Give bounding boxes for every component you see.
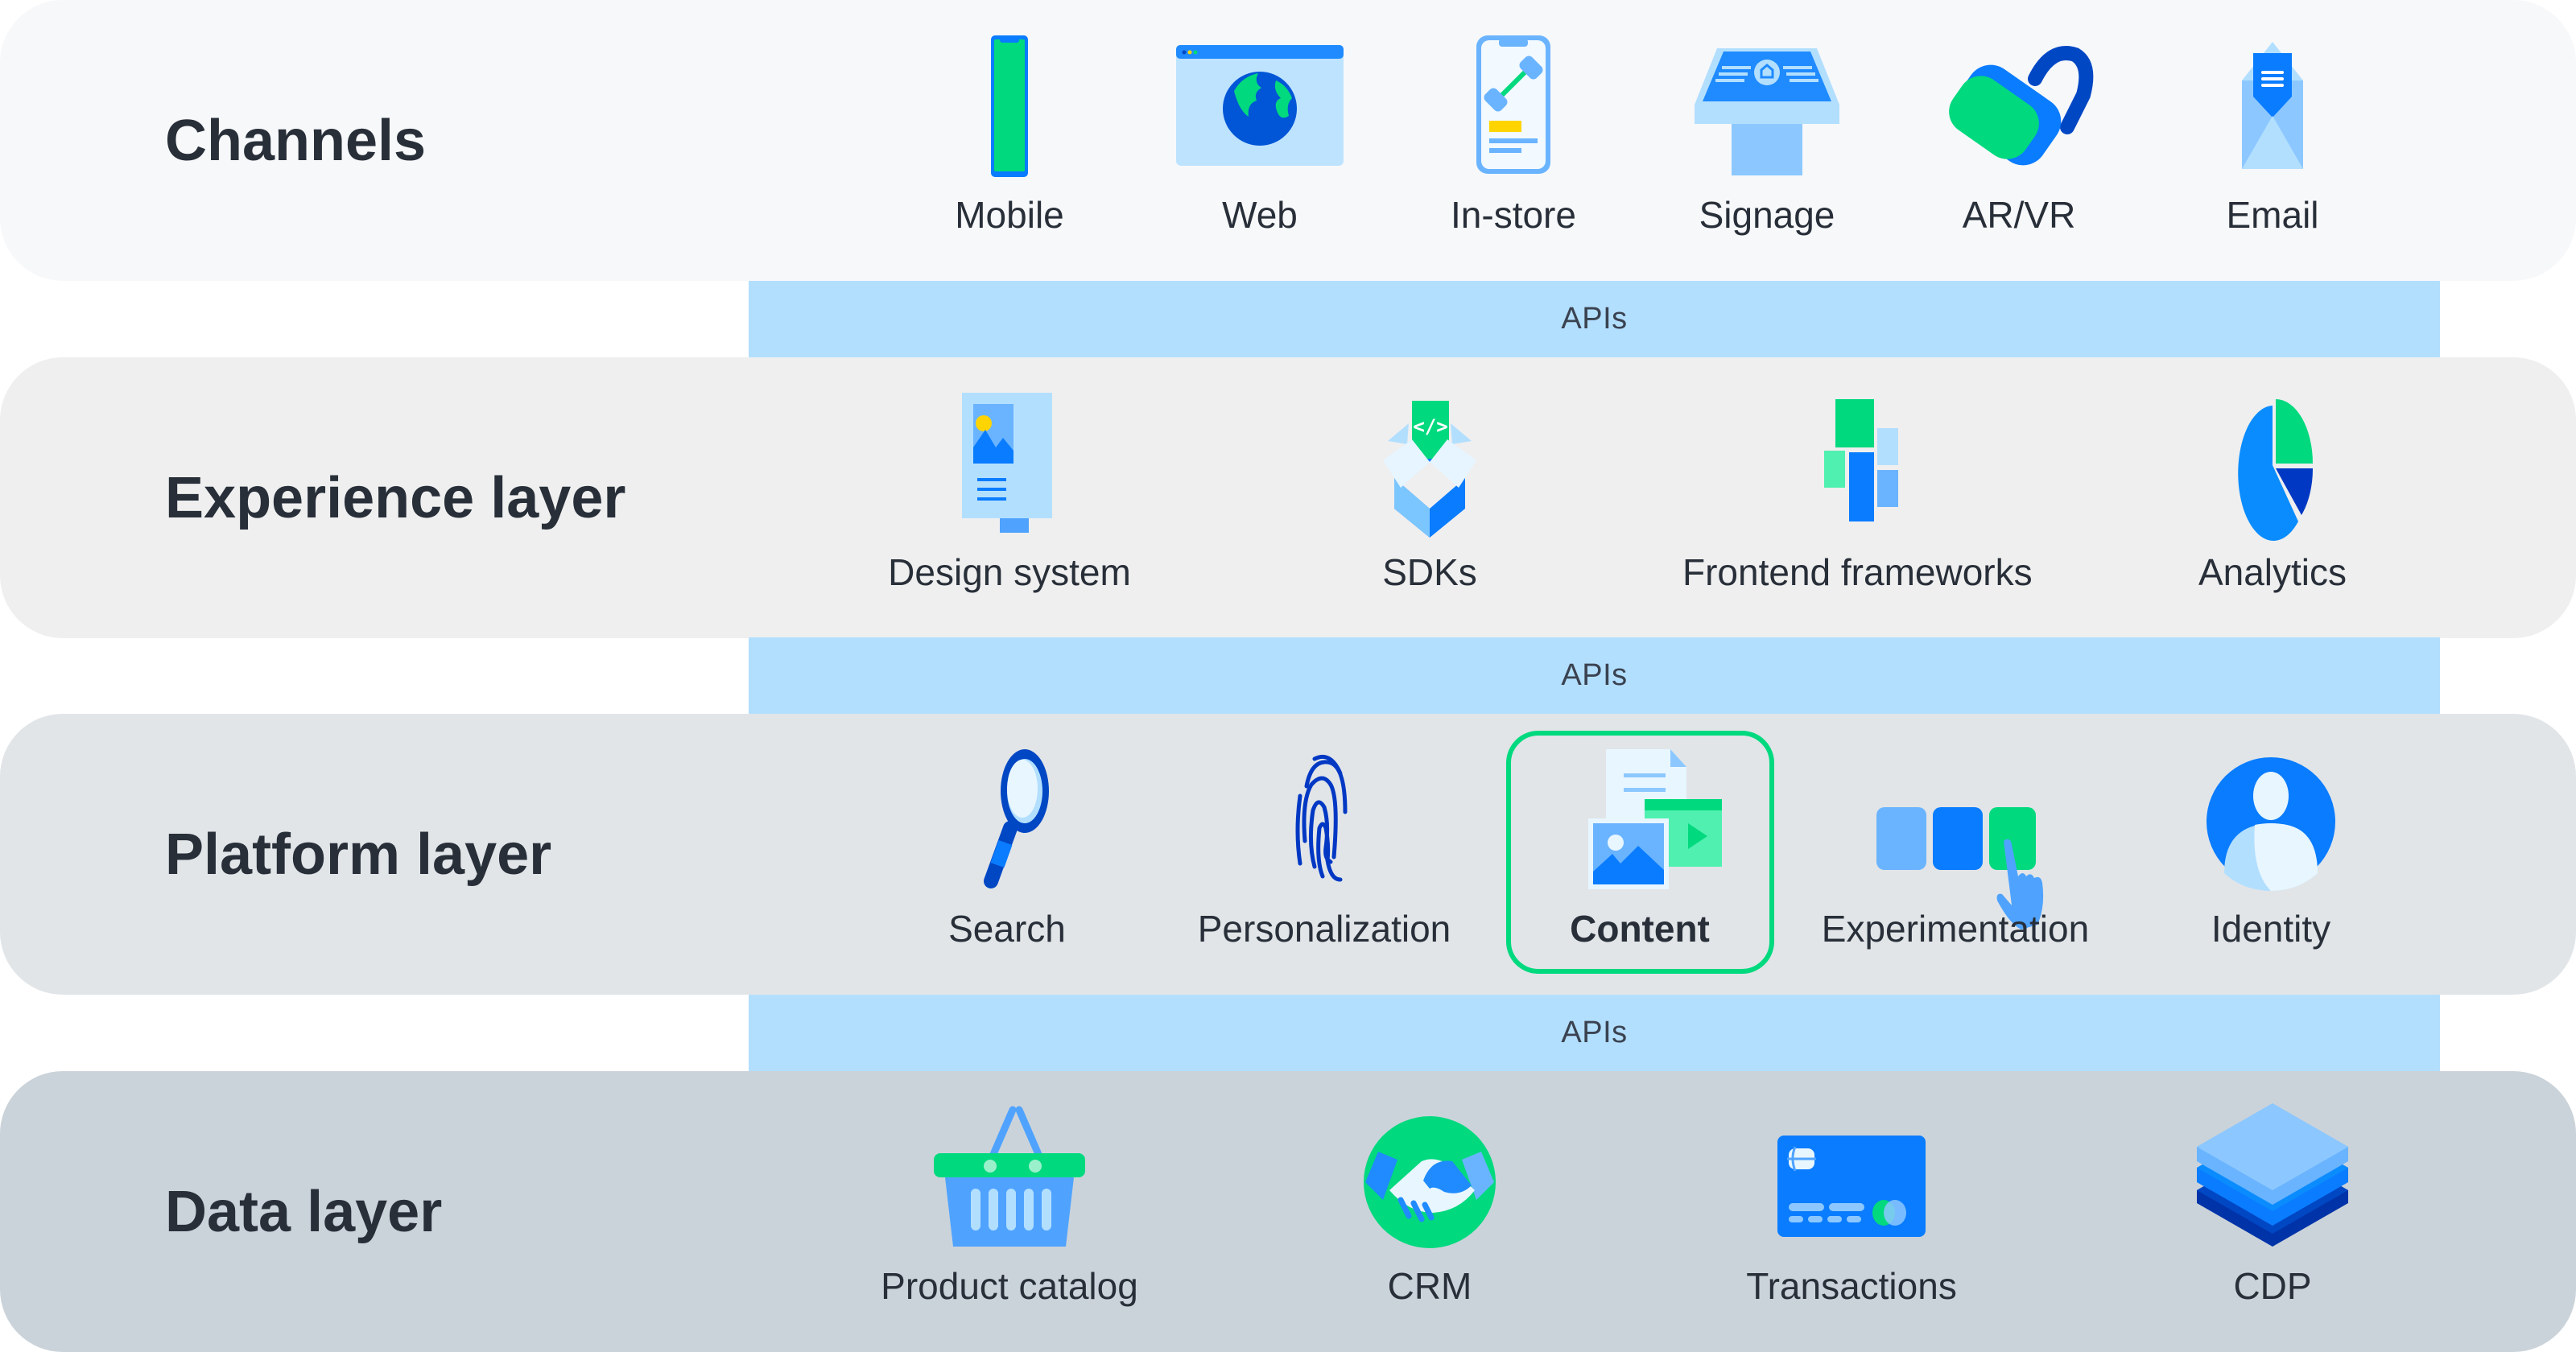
svg-text:</>: </> xyxy=(1413,415,1447,438)
api-band: APIs xyxy=(749,637,2440,714)
content-highlight-box xyxy=(1506,731,1774,974)
blocks-icon xyxy=(1755,388,1948,541)
data-product-catalog-label: Product catalog xyxy=(881,1265,1138,1307)
experience-sdks-label: SDKs xyxy=(1382,551,1477,593)
code-box-icon: </> xyxy=(1333,388,1526,541)
pie-chart-icon xyxy=(2176,388,2369,541)
browser-globe-icon xyxy=(1163,31,1356,183)
envelope-icon xyxy=(2176,31,2369,183)
experience-design-system-label: Design system xyxy=(888,551,1131,593)
data-crm-label: CRM xyxy=(1387,1265,1472,1307)
data-cdp-label: CDP xyxy=(2233,1265,2312,1307)
design-doc-icon xyxy=(913,388,1106,541)
experience-layer-panel: Experience layer Design system </> SDKs … xyxy=(0,357,2576,638)
api-band: APIs xyxy=(749,281,2440,357)
phone-dumbbell-icon xyxy=(1417,31,1610,183)
experience-frontend-frameworks-label: Frontend frameworks xyxy=(1682,551,2033,593)
api-band-label: APIs xyxy=(1561,302,1628,336)
vr-headset-icon xyxy=(1922,31,2116,183)
credit-card-icon xyxy=(1755,1102,1948,1255)
platform-experimentation[interactable]: Experimentation xyxy=(1786,714,2124,995)
platform-search[interactable]: Search xyxy=(838,714,1176,995)
channels-panel: Channels Mobile Web In-store Signage AR/… xyxy=(0,0,2576,281)
ab-test-hand-icon xyxy=(1859,744,2052,930)
basket-icon xyxy=(913,1102,1106,1255)
data-transactions[interactable]: Transactions xyxy=(1682,1071,2021,1352)
platform-layer-title: Platform layer xyxy=(165,822,552,887)
experience-frontend-frameworks[interactable]: Frontend frameworks xyxy=(1682,357,2033,638)
platform-personalization[interactable]: Personalization xyxy=(1155,714,1493,995)
data-crm[interactable]: CRM xyxy=(1261,1071,1599,1352)
mobile-phone-icon xyxy=(913,31,1106,183)
experience-sdks[interactable]: </> SDKs xyxy=(1261,357,1599,638)
experience-analytics[interactable]: Analytics xyxy=(2103,357,2442,638)
magnifier-icon xyxy=(910,744,1104,897)
experience-design-system[interactable]: Design system xyxy=(840,357,1179,638)
data-transactions-label: Transactions xyxy=(1746,1265,1957,1307)
channels-title: Channels xyxy=(165,108,427,173)
data-cdp[interactable]: CDP xyxy=(2103,1071,2442,1352)
platform-experimentation-label: Experimentation xyxy=(1821,908,2090,950)
experience-layer-title: Experience layer xyxy=(165,465,626,530)
platform-personalization-label: Personalization xyxy=(1197,908,1451,950)
fingerprint-icon xyxy=(1228,744,1421,897)
platform-identity[interactable]: Identity xyxy=(2102,714,2440,995)
data-product-catalog[interactable]: Product catalog xyxy=(840,1071,1179,1352)
handshake-icon xyxy=(1333,1102,1526,1255)
user-avatar-icon xyxy=(2174,744,2368,897)
platform-search-label: Search xyxy=(948,908,1066,950)
kiosk-sign-icon xyxy=(1670,31,1864,183)
api-band-label: APIs xyxy=(1561,1016,1628,1049)
channel-email[interactable]: Email xyxy=(2103,0,2442,281)
api-band: APIs xyxy=(749,995,2440,1071)
channel-email-label: Email xyxy=(2226,194,2319,236)
api-band-label: APIs xyxy=(1561,658,1628,692)
data-layer-title: Data layer xyxy=(165,1179,443,1244)
experience-analytics-label: Analytics xyxy=(2198,551,2347,593)
layers-stack-icon xyxy=(2176,1102,2369,1255)
data-layer-panel: Data layer Product catalog CRM Transacti… xyxy=(0,1071,2576,1352)
platform-layer-panel: Platform layer Search Personalization Co… xyxy=(0,714,2576,995)
platform-identity-label: Identity xyxy=(2211,908,2331,950)
